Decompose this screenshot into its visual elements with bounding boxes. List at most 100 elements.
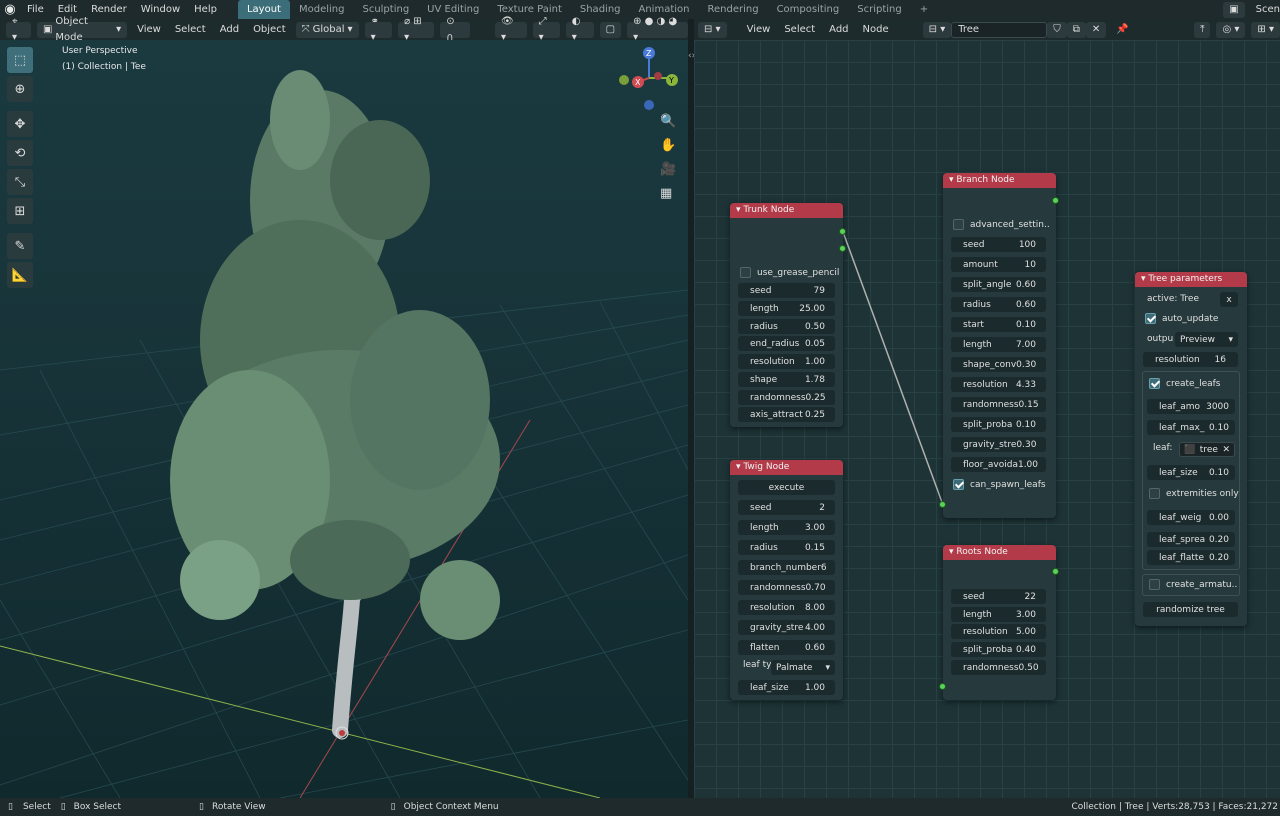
advanced-settings-checkbox[interactable] — [953, 219, 964, 230]
mode-select[interactable]: ▣ Object Mode ▾ — [36, 16, 128, 43]
ne-menu-select[interactable]: Select — [780, 24, 819, 35]
create-armature-checkbox[interactable] — [1149, 579, 1160, 590]
roots-field[interactable]: resolution 5.00 — [951, 624, 1046, 639]
menu-window[interactable]: Window — [134, 0, 187, 19]
trunk-field[interactable]: randomness 0.25 — [738, 390, 835, 405]
tab-scripting[interactable]: Scripting — [848, 0, 910, 19]
measure-tool-icon[interactable]: 📐 — [7, 262, 33, 288]
branch-field[interactable]: randomness 0.15 — [951, 397, 1046, 412]
ne-menu-node[interactable]: Node — [859, 24, 893, 35]
new-tree-icon[interactable]: ⧉ — [1066, 21, 1086, 38]
output-dropdown[interactable]: Preview ▾ — [1175, 332, 1238, 347]
branch-field[interactable]: gravity_stre 0.30 — [951, 437, 1046, 452]
leaf-flatten-field[interactable]: leaf_flatte 0.20 — [1147, 550, 1235, 565]
use-grease-pencil-row[interactable]: use_grease_pencil — [740, 267, 839, 278]
parent-tree-icon[interactable]: ⤒ — [1194, 21, 1211, 38]
annotate-tool-icon[interactable]: ✎ — [7, 233, 33, 259]
trunk-field[interactable]: radius 0.50 — [738, 319, 835, 334]
twig-field[interactable]: seed 2 — [738, 500, 835, 515]
leaf-type-dropdown[interactable]: Palmate ▾ — [771, 660, 835, 675]
create-armature-row[interactable]: create_armatu.. — [1149, 579, 1237, 590]
close-x-button[interactable]: x — [1220, 292, 1238, 307]
node-tree-name-field[interactable]: Tree — [951, 21, 1048, 38]
scale-tool-icon[interactable]: ⤡ — [7, 169, 33, 195]
twig-field[interactable]: radius 0.15 — [738, 540, 835, 555]
create-leafs-row[interactable]: create_leafs — [1149, 378, 1220, 389]
tab-modeling[interactable]: Modeling — [290, 0, 354, 19]
roots-field[interactable]: split_proba 0.40 — [951, 642, 1046, 657]
use-grease-pencil-checkbox[interactable] — [740, 267, 751, 278]
execute-button[interactable]: execute — [738, 480, 835, 495]
overlay-toggle-icon[interactable]: ◐ ▾ — [565, 16, 594, 43]
trunk-output-socket[interactable] — [839, 245, 846, 252]
vp-menu-object[interactable]: Object — [249, 24, 290, 35]
branch-node[interactable]: ▾ Branch Node advanced_settin.. seed 100 … — [943, 173, 1056, 518]
leaf-spread-field[interactable]: leaf_sprea 0.20 — [1147, 532, 1235, 547]
unlink-x-icon[interactable]: ✕ — [1085, 21, 1107, 38]
select-box-tool-icon[interactable]: ⬚ — [7, 47, 33, 73]
pivot-icon[interactable]: ⚭ ▾ — [364, 16, 393, 43]
snap-node-icon[interactable]: ⊞ ▾ — [1251, 21, 1280, 38]
pan-hand-icon[interactable]: ✋ — [660, 138, 676, 153]
trunk-field[interactable]: shape 1.78 — [738, 372, 835, 387]
proportional-edit-icon[interactable]: ⊙ ∩ — [440, 16, 470, 43]
roots-field[interactable]: seed 22 — [951, 589, 1046, 604]
gizmo-toggle-icon[interactable]: ⤢ ▾ — [532, 16, 560, 43]
scene-name[interactable]: Scen — [1249, 0, 1280, 19]
rotate-tool-icon[interactable]: ⟲ — [7, 140, 33, 166]
roots-node-header[interactable]: ▾ Roots Node — [943, 545, 1056, 560]
editor-type-icon[interactable]: ⌖ ▾ — [6, 16, 31, 43]
scene-selector-icon[interactable]: ▣ — [1223, 1, 1245, 18]
roots-field[interactable]: randomness 0.50 — [951, 660, 1046, 675]
auto-update-checkbox[interactable] — [1145, 313, 1156, 324]
pin-icon[interactable]: 📌 — [1112, 24, 1132, 35]
advanced-settings-row[interactable]: advanced_settin.. — [953, 219, 1050, 230]
ne-menu-view[interactable]: View — [743, 24, 775, 35]
branch-field[interactable]: split_angle 0.60 — [951, 277, 1046, 292]
node-editor-type-icon[interactable]: ⊟ ▾ — [698, 21, 727, 38]
tree-params-header[interactable]: ▾ Tree parameters — [1135, 272, 1247, 287]
branch-field[interactable]: seed 100 — [951, 237, 1046, 252]
trunk-field[interactable]: end_radius 0.05 — [738, 336, 835, 351]
leaf-object-field[interactable]: ⬛ tree ✕ — [1179, 442, 1235, 457]
fake-user-shield-icon[interactable]: ⛉ — [1047, 21, 1067, 38]
move-tool-icon[interactable]: ✥ — [7, 111, 33, 137]
shading-modes-icon[interactable]: ⊕ ● ◑ ◕ ▾ — [627, 16, 689, 43]
roots-output-socket[interactable] — [1052, 568, 1059, 575]
trunk-field[interactable]: seed 79 — [738, 283, 835, 298]
roots-input-socket[interactable] — [939, 683, 946, 690]
navigation-gizmo[interactable]: Z Y X — [614, 44, 684, 116]
leaf-amount-field[interactable]: leaf_amo 3000 — [1147, 399, 1235, 414]
leaf-max-field[interactable]: leaf_max_ 0.10 — [1147, 420, 1235, 435]
twig-field[interactable]: randomness 0.70 — [738, 580, 835, 595]
twig-leaf-size-field[interactable]: leaf_size 1.00 — [738, 680, 835, 695]
visibility-icon[interactable]: 👁 ▾ — [495, 16, 527, 43]
twig-node-header[interactable]: ▾ Twig Node — [730, 460, 843, 475]
clear-x-icon[interactable]: ✕ — [1222, 445, 1230, 455]
twig-field[interactable]: flatten 0.60 — [738, 640, 835, 655]
tab-layout[interactable]: Layout — [237, 0, 290, 19]
trunk-node-header[interactable]: ▾ Trunk Node — [730, 203, 843, 218]
transform-orientation-select[interactable]: ⤧ Global ▾ — [295, 21, 359, 38]
leaf-weight-field[interactable]: leaf_weig 0.00 — [1147, 510, 1235, 525]
tp-leaf-size-field[interactable]: leaf_size 0.10 — [1147, 465, 1235, 480]
add-workspace-button[interactable]: + — [911, 0, 937, 19]
camera-icon[interactable]: 🎥 — [660, 162, 676, 177]
trunk-field[interactable]: axis_attract 0.25 — [738, 407, 835, 422]
auto-update-row[interactable]: auto_update — [1145, 313, 1218, 324]
twig-field[interactable]: length 3.00 — [738, 520, 835, 535]
twig-field[interactable]: resolution 8.00 — [738, 600, 835, 615]
branch-field[interactable]: shape_conv 0.30 — [951, 357, 1046, 372]
overlay-icon[interactable]: ◎ ▾ — [1216, 21, 1246, 38]
trunk-field[interactable]: length 25.00 — [738, 301, 835, 316]
trunk-field[interactable]: resolution 1.00 — [738, 354, 835, 369]
tab-rendering[interactable]: Rendering — [698, 0, 767, 19]
ne-menu-add[interactable]: Add — [825, 24, 852, 35]
twig-field[interactable]: gravity_stre 4.00 — [738, 620, 835, 635]
tree-parameters-node[interactable]: ▾ Tree parameters active: Tree x auto_up… — [1135, 272, 1247, 626]
can-spawn-leafs-row[interactable]: can_spawn_leafs — [953, 479, 1046, 490]
extremities-row[interactable]: extremities only — [1149, 488, 1239, 499]
xray-icon[interactable]: ▢ — [599, 21, 622, 38]
zoom-icon[interactable]: 🔍 — [660, 114, 676, 129]
extremities-only-checkbox[interactable] — [1149, 488, 1160, 499]
